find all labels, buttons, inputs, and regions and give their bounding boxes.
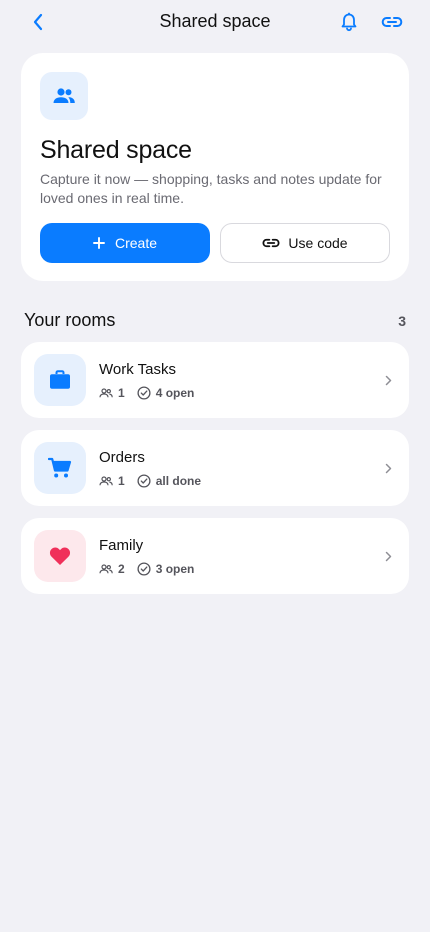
room-icon-tile [34, 354, 86, 406]
shared-space-card: Shared space Capture it now — shopping, … [21, 53, 409, 281]
room-card-family[interactable]: Family 2 3 open [21, 518, 409, 594]
room-card-orders[interactable]: Orders 1 all done [21, 430, 409, 506]
rooms-count: 3 [398, 313, 406, 329]
people-icon [99, 564, 113, 574]
link-icon [262, 238, 280, 248]
chevron-right-icon [383, 372, 393, 388]
room-icon-tile [34, 530, 86, 582]
people-icon [53, 88, 75, 103]
room-members: 1 [99, 386, 125, 400]
notifications-button[interactable] [337, 10, 361, 34]
room-members: 1 [99, 474, 125, 488]
link-icon [381, 17, 403, 27]
room-icon-tile [34, 442, 86, 494]
room-status: 3 open [137, 562, 195, 576]
hero-description: Capture it now — shopping, tasks and not… [40, 171, 382, 206]
room-status-text: all done [155, 474, 202, 488]
room-meta: 1 all done [99, 473, 201, 489]
hero-title: Shared space [40, 136, 192, 164]
chevron-right-icon [383, 460, 393, 476]
rooms-section-header: Your rooms 3 [24, 309, 406, 333]
use-code-button-label: Use code [288, 235, 348, 251]
room-name: Orders [99, 449, 145, 466]
create-button[interactable]: Create [40, 223, 210, 263]
people-icon [99, 476, 113, 486]
rooms-section-title: Your rooms [24, 310, 116, 330]
room-name: Work Tasks [99, 361, 176, 378]
create-button-label: Create [114, 235, 158, 251]
use-code-button[interactable]: Use code [220, 223, 390, 263]
cart-icon [48, 457, 72, 478]
bell-icon [341, 12, 357, 32]
page-title: Shared space [159, 11, 271, 31]
room-members-count: 1 [118, 474, 125, 488]
top-bar: Shared space [0, 0, 430, 44]
check-circle-icon [137, 386, 151, 400]
room-status-text: 3 open [155, 562, 195, 576]
room-status-text: 4 open [155, 386, 195, 400]
check-circle-icon [137, 474, 151, 488]
room-meta: 1 4 open [99, 385, 194, 401]
room-status: all done [137, 474, 201, 488]
check-circle-icon [137, 562, 151, 576]
room-card-work-tasks[interactable]: Work Tasks 1 4 open [21, 342, 409, 418]
heart-icon [49, 547, 71, 565]
room-name: Family [99, 537, 144, 554]
room-members: 2 [99, 562, 125, 576]
people-icon [99, 388, 113, 398]
room-meta: 2 3 open [99, 561, 194, 577]
room-status: 4 open [137, 386, 195, 400]
hero-icon-tile [40, 72, 88, 120]
room-members-count: 1 [118, 386, 125, 400]
chevron-right-icon [383, 548, 393, 564]
room-members-count: 2 [118, 562, 125, 576]
briefcase-icon [50, 370, 70, 389]
plus-icon [93, 237, 105, 249]
share-link-button[interactable] [380, 10, 404, 34]
